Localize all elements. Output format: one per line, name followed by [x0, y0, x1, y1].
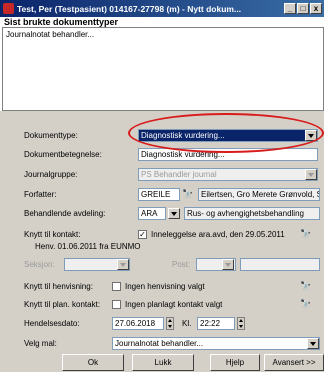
avdeling-code-input[interactable]: ARA — [138, 207, 166, 220]
dokumenttype-select[interactable]: Diagnostisk vurdering... — [138, 129, 318, 142]
avansert-button[interactable]: Avansert >> — [264, 354, 324, 371]
dokumentbetegnelse-label: Dokumentbetegnelse: — [24, 150, 102, 159]
maximize-button[interactable]: □ — [297, 3, 309, 14]
hjelp-button[interactable]: Hjelp — [210, 354, 260, 371]
close-button[interactable]: x — [310, 3, 322, 14]
window-controls: _ □ x — [284, 3, 322, 14]
lukk-button[interactable]: Lukk — [132, 354, 194, 371]
forfatter-label: Forfatter: — [24, 190, 57, 199]
minimize-button[interactable]: _ — [284, 3, 296, 14]
plankontakt-value: Ingen planlagt kontakt valgt — [125, 300, 223, 309]
kontakt-label: Knytt til kontakt: — [24, 230, 81, 239]
kontakt-value: Inneleggelse ara.avd, den 29.05.2011 — [151, 230, 285, 239]
recent-doc-types-title: Sist brukte dokumenttyper — [4, 17, 119, 27]
henvisning-binoculars-icon[interactable]: 🔭 — [298, 279, 314, 293]
window-title: Test, Per (Testpasient) 014167-27798 (m)… — [17, 3, 242, 14]
kl-label: Kl. — [182, 319, 192, 328]
window-titlebar[interactable]: Test, Per (Testpasient) 014167-27798 (m)… — [0, 0, 324, 17]
post-name-field — [240, 258, 320, 271]
hendelse-time-input[interactable]: 22:22 — [197, 317, 235, 330]
dokumenttype-dropdown-icon[interactable] — [305, 130, 317, 141]
hendelse-date-spinner[interactable] — [166, 317, 174, 330]
recent-doc-types-list[interactable]: Journalnotat behandler... — [2, 27, 324, 111]
list-item[interactable]: Journalnotat behandler... — [6, 30, 320, 39]
mal-dropdown-icon[interactable] — [307, 338, 319, 349]
hendelse-label: Hendelsesdato: — [24, 319, 80, 328]
post-label: Post: — [172, 260, 191, 269]
hendelse-date-input[interactable]: 27.06.2018 — [112, 317, 164, 330]
kontakt-binoculars-icon[interactable]: 🔭 — [298, 227, 314, 241]
mal-select[interactable]: Journalnotat behandler... — [112, 337, 320, 350]
dokumenttype-label: Dokumenttype: — [24, 131, 78, 140]
ok-button[interactable]: Ok — [62, 354, 124, 371]
avdeling-label: Behandlende avdeling: — [24, 209, 106, 218]
henvisning-value: Ingen henvisning valgt — [125, 282, 205, 291]
dokumentbetegnelse-input[interactable]: Diagnostisk vurdering... — [138, 148, 318, 161]
kontakt-checkbox[interactable]: ✓ — [138, 230, 147, 239]
journalgruppe-select[interactable]: PS Behandler journal — [138, 168, 318, 181]
plankontakt-label: Knytt til plan. kontakt: — [24, 300, 101, 309]
forfatter-code-input[interactable]: GREILE — [138, 188, 180, 201]
journalgruppe-label: Journalgruppe: — [24, 170, 78, 179]
plankontakt-checkbox[interactable] — [112, 300, 121, 309]
post-dropdown-icon[interactable] — [222, 259, 234, 270]
plankontakt-binoculars-icon[interactable]: 🔭 — [298, 297, 314, 311]
henvisning-label: Knytt til henvisning: — [24, 282, 93, 291]
avdeling-dropdown-icon[interactable] — [168, 208, 180, 219]
mal-label: Velg mal: — [24, 339, 57, 348]
forfatter-binoculars-icon[interactable]: 🔭 — [180, 187, 196, 201]
kontakt-sub-value: Henv. 01.06.2011 fra EUNMO — [35, 242, 141, 251]
seksjon-label: Seksjon: — [24, 260, 55, 269]
seksjon-dropdown-icon[interactable] — [117, 259, 129, 270]
avdeling-name-field: Rus- og avhengighetsbehandling — [184, 207, 320, 220]
hendelse-time-spinner[interactable] — [237, 317, 245, 330]
journalgruppe-dropdown-icon[interactable] — [305, 169, 317, 180]
henvisning-checkbox[interactable] — [112, 282, 121, 291]
forfatter-name-field: Eilertsen, Gro Merete Grønvold, Søland — [198, 188, 320, 201]
app-icon — [3, 3, 14, 14]
